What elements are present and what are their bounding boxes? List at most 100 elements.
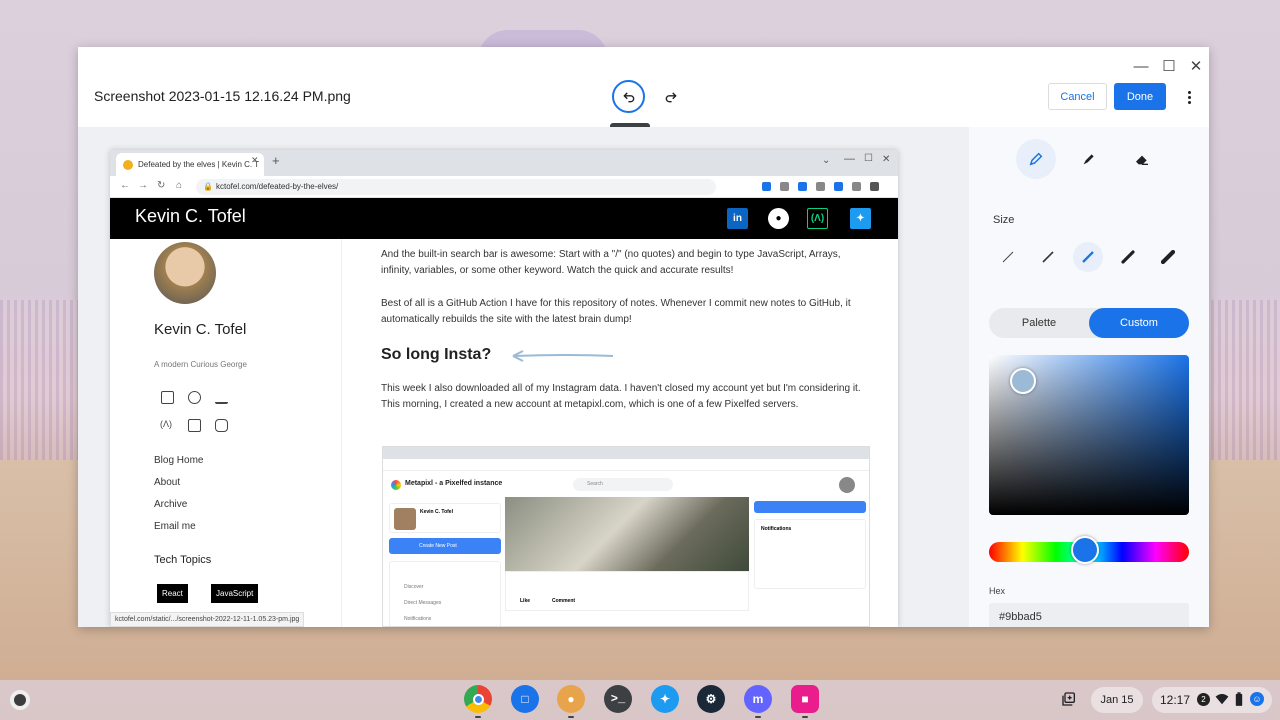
size-label: Size — [993, 214, 1015, 226]
size-option-1[interactable] — [993, 242, 1023, 272]
redo-icon — [665, 92, 677, 103]
shelf: □ ● >_ ✦ ⚙ m ■ Jan 15 12:17 2 ☺ — [0, 680, 1280, 720]
files-icon[interactable]: □ — [511, 685, 539, 713]
forward-icon: → — [138, 180, 148, 191]
embedded-banner — [754, 501, 866, 513]
topics-heading: Tech Topics — [154, 554, 212, 566]
embedded-tab-strip — [383, 447, 869, 459]
browser-maximize-icon: ☐ — [864, 153, 873, 164]
chrome-icon[interactable] — [464, 685, 492, 713]
app-icon[interactable]: ● — [557, 685, 585, 713]
author-name: Kevin C. Tofel — [154, 321, 247, 338]
hex-label: Hex — [989, 586, 1006, 596]
close-icon[interactable]: ✕ — [1183, 53, 1209, 79]
status-url: kctofel.com/static/.../screenshot-2022-1… — [110, 612, 305, 627]
size-option-2[interactable] — [1033, 242, 1063, 272]
holding-space-icon[interactable] — [1058, 688, 1080, 710]
avatar — [839, 477, 855, 493]
hue-slider-handle[interactable] — [1071, 536, 1099, 564]
embedded-nav: Discover Direct Messages Notifications — [389, 561, 501, 626]
hex-input[interactable] — [989, 603, 1189, 627]
author-tagline: A modern Curious George — [154, 360, 247, 369]
site-title: Kevin C. Tofel — [135, 206, 246, 226]
more-options-icon[interactable] — [1178, 85, 1200, 109]
wifi-icon — [1215, 694, 1229, 705]
notifications-title: Notifications — [761, 526, 792, 532]
status-tray[interactable]: 12:17 2 ☺ — [1152, 687, 1272, 713]
browser-tab-strip: Defeated by the elves | Kevin C. T ✕ + ⌄… — [110, 150, 898, 176]
embedded-site-name: Metapixl - a Pixelfed instance — [405, 480, 503, 487]
undo-icon — [622, 91, 634, 102]
twitter-icon: ✦ — [850, 208, 871, 229]
home-icon: ⌂ — [176, 180, 183, 191]
embedded-nav-item: Discover — [404, 584, 424, 590]
color-picker-handle[interactable] — [1010, 368, 1036, 394]
twitter-icon[interactable]: ✦ — [651, 685, 679, 713]
running-indicator — [475, 716, 481, 718]
palette-tab[interactable]: Palette — [989, 308, 1089, 338]
notification-badge: 2 — [1197, 693, 1210, 706]
article-heading: So long Insta? — [381, 346, 492, 363]
linkedin-icon: in — [727, 208, 748, 229]
date-tray[interactable]: Jan 15 — [1091, 687, 1143, 713]
profile-card: Kevin C. Tofel — [389, 503, 501, 533]
size-option-3[interactable] — [1073, 242, 1103, 272]
stackoverflow-icon — [215, 391, 228, 404]
steam-icon[interactable]: ⚙ — [697, 685, 725, 713]
screenshot-editor-window: — ☐ ✕ Screenshot 2023-01-15 12.16.24 PM.… — [78, 47, 1209, 627]
back-icon: ← — [120, 180, 130, 191]
mastodon-icon[interactable]: m — [744, 685, 772, 713]
image-canvas[interactable]: Defeated by the elves | Kevin C. T ✕ + ⌄… — [78, 127, 969, 627]
tab-close-icon: ✕ — [251, 155, 259, 165]
twitter-icon — [188, 419, 201, 432]
redo-button[interactable] — [656, 82, 686, 112]
create-post-button: Create New Post — [389, 538, 501, 554]
minimize-icon[interactable]: — — [1128, 53, 1154, 79]
browser-minimize-icon: — — [844, 153, 855, 165]
freecodecamp-icon: (Λ) — [160, 419, 173, 429]
highlighter-tool-icon[interactable] — [1069, 139, 1109, 179]
screenshot-icon[interactable]: ■ — [791, 685, 819, 713]
tab-favicon — [123, 160, 133, 170]
running-indicator — [755, 716, 761, 718]
post-card: Like Comment — [505, 571, 749, 611]
size-option-4[interactable] — [1113, 242, 1143, 272]
extension-icon — [816, 182, 825, 191]
maximize-icon[interactable]: ☐ — [1156, 53, 1182, 79]
tab-title: Defeated by the elves | Kevin C. T — [138, 160, 260, 169]
embedded-screenshot: Metapixl - a Pixelfed instance Search Ke… — [382, 446, 870, 627]
extension-icon — [852, 182, 861, 191]
pen-tool-icon[interactable] — [1016, 139, 1056, 179]
browser-toolbar: ← → ↻ ⌂ 🔒 kctofel.com/defeated-by-the-el… — [110, 176, 898, 198]
tab-search-icon: ⌄ — [822, 155, 831, 166]
embedded-user-name: Kevin C. Tofel — [420, 509, 453, 515]
terminal-icon[interactable]: >_ — [604, 685, 632, 713]
eraser-tool-icon[interactable] — [1122, 139, 1162, 179]
cancel-button[interactable]: Cancel — [1048, 83, 1107, 110]
comment-action: Comment — [552, 598, 576, 604]
account-avatar-icon: ☺ — [1250, 692, 1264, 706]
done-button[interactable]: Done — [1114, 83, 1166, 110]
tools-panel: Size Palette Custom Hex — [969, 127, 1209, 627]
address-bar: 🔒 kctofel.com/defeated-by-the-elves/ — [196, 179, 716, 195]
tag-javascript: JavaScript — [211, 584, 259, 603]
color-mode-toggle: Palette Custom — [989, 308, 1189, 338]
notifications-card: Notifications — [754, 519, 866, 589]
nav-email: Email me — [154, 521, 196, 532]
blog-sidebar: Kevin C. Tofel A modern Curious George (… — [110, 239, 342, 627]
running-indicator — [802, 716, 808, 718]
article-paragraph: This week I also downloaded all of my In… — [381, 383, 861, 410]
address-url: kctofel.com/defeated-by-the-elves/ — [216, 182, 339, 191]
launcher-icon[interactable] — [10, 690, 30, 710]
post-image — [505, 497, 749, 571]
custom-tab[interactable]: Custom — [1089, 308, 1189, 338]
embedded-search: Search — [573, 478, 673, 491]
size-option-5[interactable] — [1153, 242, 1183, 272]
mastodon-icon — [215, 419, 228, 432]
avatar — [394, 508, 416, 530]
embedded-nav-item: Notifications — [404, 616, 432, 622]
undo-button[interactable] — [612, 80, 645, 113]
lock-icon: 🔒 — [203, 182, 213, 191]
extension-icon — [798, 182, 807, 191]
reload-icon: ↻ — [157, 180, 166, 191]
